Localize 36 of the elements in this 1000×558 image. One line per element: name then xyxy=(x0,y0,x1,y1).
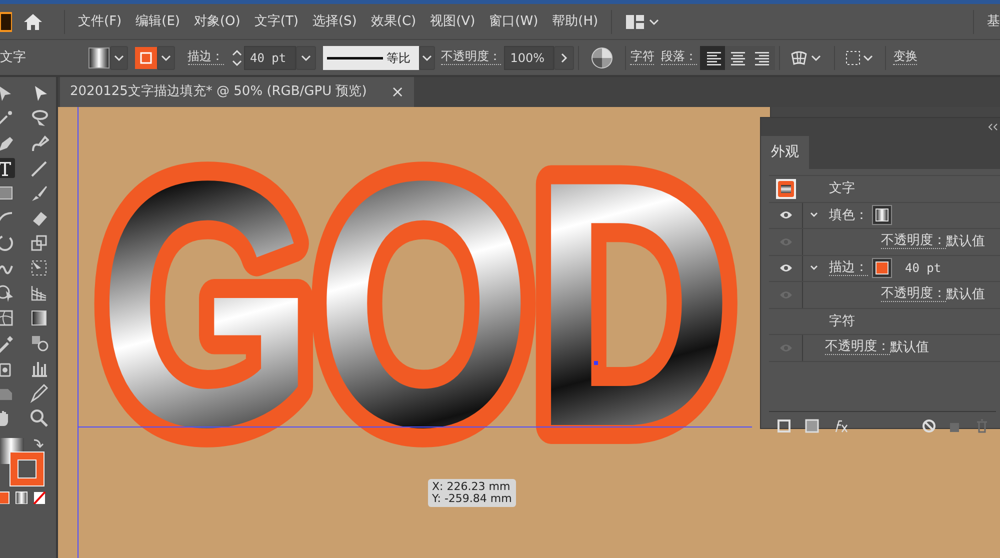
workspace-switcher[interactable]: 基 xyxy=(980,12,1000,32)
fill-label: 填色： xyxy=(829,206,868,224)
paragraph-link[interactable]: 段落： xyxy=(660,50,697,65)
selection-type-label: 文字 xyxy=(0,48,27,67)
menu-item[interactable]: 文件(F) xyxy=(71,12,129,32)
opacity-value: 默认值 xyxy=(946,286,985,304)
close-button[interactable]: × xyxy=(390,84,404,100)
coordinate-readout: Y: -259.84 mm xyxy=(432,493,512,506)
menu-item[interactable]: 效果(C) xyxy=(364,12,424,32)
opacity-field[interactable]: 100% xyxy=(504,46,554,70)
menu-item[interactable]: 编辑(E) xyxy=(128,12,187,32)
opacity-value: 默认值 xyxy=(946,233,985,251)
coordinate-readout: X: 226.23 mm xyxy=(432,481,512,494)
opacity-link[interactable]: 不透明度： xyxy=(825,340,890,356)
group-label: 字符 xyxy=(829,312,855,330)
opacity-label[interactable]: 不透明度： xyxy=(441,50,501,65)
menu-item[interactable]: 选择(S) xyxy=(305,12,364,32)
menu-item[interactable]: 文字(T) xyxy=(247,12,306,32)
character-link[interactable]: 字符 xyxy=(630,50,654,65)
stroke-label[interactable]: 描边： xyxy=(188,50,224,65)
menu-item[interactable]: 视图(V) xyxy=(423,12,482,32)
menu-item[interactable]: 窗口(W) xyxy=(482,12,546,32)
transform-link[interactable]: 变换 xyxy=(893,50,918,65)
opacity-link[interactable]: 不透明度： xyxy=(881,287,946,302)
stroke-weight-field[interactable]: 40 pt xyxy=(244,46,296,70)
document-tab[interactable]: 2020125文字描边填充* @ 50% (RGB/GPU 预览) × xyxy=(60,77,414,107)
panel-tab[interactable]: 外观 xyxy=(761,136,809,169)
opacity-value: 默认值 xyxy=(890,339,929,357)
menu-item[interactable]: 对象(O) xyxy=(186,12,248,32)
stroke-weight-value: 40 pt xyxy=(905,260,942,278)
menu-item[interactable]: 帮助(H) xyxy=(545,12,606,32)
stroke-profile-dropdown[interactable]: 等比 xyxy=(322,46,418,70)
object-type-label: 文字 xyxy=(829,180,855,198)
artwork-text: GOD xyxy=(80,145,756,445)
opacity-link[interactable]: 不透明度： xyxy=(881,234,946,250)
stroke-label[interactable]: 描边： xyxy=(829,260,868,276)
